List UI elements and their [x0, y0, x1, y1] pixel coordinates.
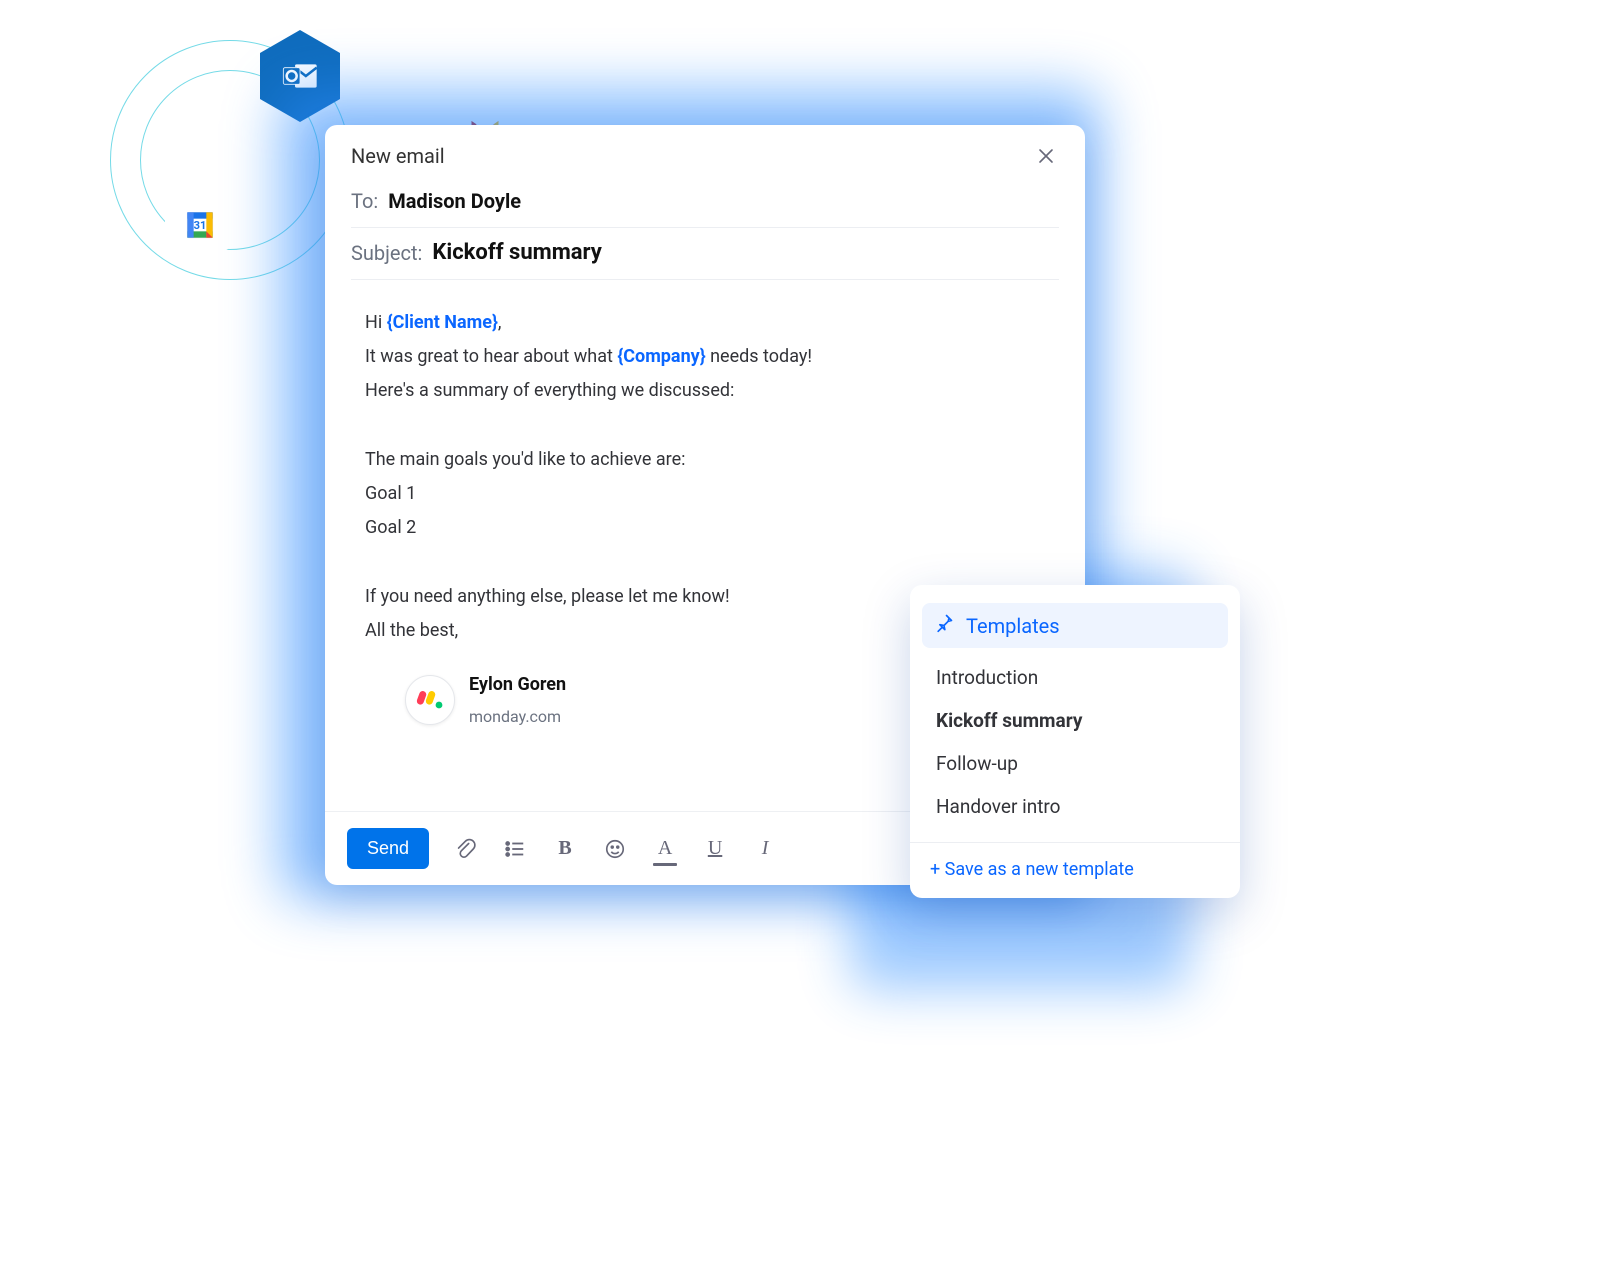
send-button[interactable]: Send	[347, 828, 429, 869]
svg-text:31: 31	[194, 219, 207, 232]
merge-tag-company[interactable]: {Company}	[617, 346, 705, 367]
templates-popover: Templates Introduction Kickoff summary F…	[910, 585, 1240, 898]
template-introduction[interactable]: Introduction	[930, 656, 1220, 699]
underline-icon[interactable]: U	[701, 835, 729, 863]
compose-title: New email	[351, 144, 445, 168]
bullet-list-icon[interactable]	[501, 835, 529, 863]
italic-icon[interactable]: I	[751, 835, 779, 863]
merge-tag-client-name[interactable]: {Client Name}	[387, 312, 498, 333]
close-icon[interactable]	[1033, 143, 1059, 169]
google-calendar-icon: 31	[165, 185, 235, 265]
attachment-icon[interactable]	[451, 835, 479, 863]
template-handover-intro[interactable]: Handover intro	[930, 785, 1220, 828]
to-value: Madison Doyle	[388, 189, 521, 213]
subject-label: Subject:	[351, 241, 422, 265]
bold-icon[interactable]: B	[551, 835, 579, 863]
to-field[interactable]: To: Madison Doyle	[351, 177, 1059, 228]
subject-value: Kickoff summary	[432, 240, 602, 265]
template-follow-up[interactable]: Follow-up	[930, 742, 1220, 785]
to-label: To:	[351, 189, 378, 213]
monday-logo-icon	[405, 675, 455, 725]
signature-name: Eylon Goren	[469, 668, 566, 702]
templates-title: Templates	[966, 614, 1060, 638]
font-color-icon[interactable]: A	[651, 835, 679, 863]
emoji-icon[interactable]	[601, 835, 629, 863]
pin-icon	[934, 613, 954, 638]
templates-header[interactable]: Templates	[922, 603, 1228, 648]
subject-field[interactable]: Subject: Kickoff summary	[351, 228, 1059, 280]
templates-list: Introduction Kickoff summary Follow-up H…	[922, 648, 1228, 832]
signature-company: monday.com	[469, 702, 566, 732]
save-as-template-button[interactable]: + Save as a new template	[922, 843, 1228, 898]
template-kickoff-summary[interactable]: Kickoff summary	[930, 699, 1220, 742]
